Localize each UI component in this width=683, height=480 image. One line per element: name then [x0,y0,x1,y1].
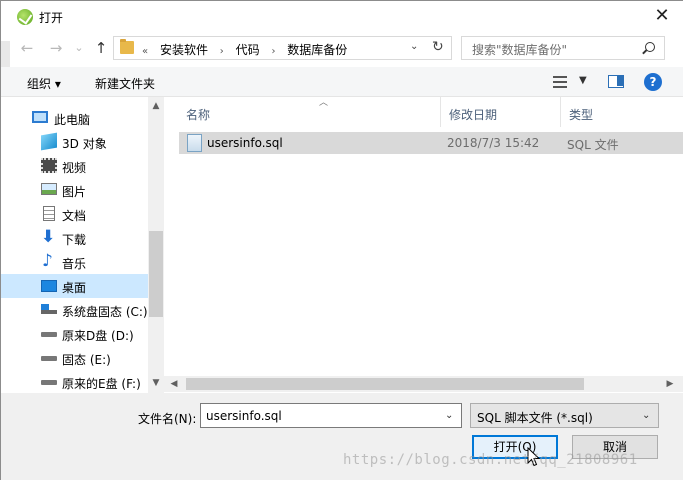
file-modified: 2018/7/3 15:42 [447,136,540,150]
sql-file-icon [187,134,202,152]
sidebar-item-label: 音乐 [62,257,87,271]
file-list-scrollbar[interactable]: ◀ ▶ [164,376,683,392]
breadcrumb: « 安装软件 › 代码 › 数据库备份 [142,41,355,58]
breadcrumb-separator-icon[interactable]: › [271,46,275,57]
app-logo-icon [17,9,33,25]
breadcrumb-separator-icon[interactable]: › [220,46,224,57]
view-options-icon[interactable] [553,76,567,88]
forward-button[interactable]: → [47,39,65,57]
filename-dropdown-icon[interactable]: ⌄ [445,410,453,421]
sidebar-item-label: 视频 [62,161,87,175]
view-dropdown-icon[interactable]: ▼ [579,75,587,86]
column-header-type[interactable]: 类型 [561,97,683,127]
sidebar-scrollbar[interactable]: ▲ ▼ [148,97,164,393]
new-folder-button[interactable]: 新建文件夹 [95,75,155,92]
column-header-label: 修改日期 [449,108,498,122]
drive-icon [41,380,57,385]
column-header-label: 名称 [186,108,211,122]
drive-icon [41,356,57,361]
file-list-scroll-thumb[interactable] [186,378,584,390]
recent-locations-button[interactable]: ⌄ [70,39,88,57]
document-icon [43,206,55,221]
sidebar-item-drive-f[interactable]: 原来的E盘 (F:) [1,370,148,393]
command-bar: 组织 ▾ 新建文件夹 ▼ ? [1,67,683,97]
cube-icon [41,132,57,151]
sidebar-item-label: 桌面 [62,281,87,295]
filetype-select[interactable]: SQL 脚本文件 (*.sql) ⌄ [470,403,659,428]
search-box[interactable]: 搜索"数据库备份" [461,36,665,60]
sidebar-item-label: 原来D盘 (D:) [62,329,134,343]
sort-ascending-icon: ︿ [319,98,329,108]
file-name: usersinfo.sql [207,136,283,150]
sidebar-item-label: 图片 [62,185,87,199]
breadcrumb-item[interactable]: 安装软件 [160,43,208,57]
sidebar-item-label: 3D 对象 [62,137,107,151]
filename-label: 文件名(N): [138,412,197,426]
sidebar-item-documents[interactable]: 文档 [1,202,148,226]
column-header-modified[interactable]: 修改日期 [441,97,561,127]
computer-icon [32,111,48,123]
table-row[interactable]: usersinfo.sql 2018/7/3 15:42 SQL 文件 [179,132,683,154]
scroll-left-icon[interactable]: ◀ [166,379,182,389]
open-file-dialog: 打开 ✕ ← → ⌄ ↑ « 安装软件 › 代码 › 数据库备份 ⌄ ↻ 搜索"… [0,0,683,480]
filetype-value: SQL 脚本文件 (*.sql) [477,411,593,425]
sidebar-item-label: 系统盘固态 (C:) [62,305,148,319]
address-dropdown-icon[interactable]: ⌄ [410,41,418,52]
sidebar-item-drive-d[interactable]: 原来D盘 (D:) [1,322,148,346]
refresh-icon[interactable]: ↻ [432,39,444,55]
sidebar-item-pictures[interactable]: 图片 [1,178,148,202]
window-title: 打开 [39,11,64,25]
close-button[interactable]: ✕ [651,5,673,27]
sidebar-item-music[interactable]: ♪ 音乐 [1,250,148,274]
navigation-pane: 此电脑 3D 对象 视频 图片 文档 ⬇ 下载 ♪ 音乐 桌面 系统盘固态 (C… [1,97,164,393]
sidebar-item-label: 原来的E盘 (F:) [62,377,141,391]
picture-icon [41,183,57,195]
sidebar-item-label: 文档 [62,209,87,223]
scroll-right-icon[interactable]: ▶ [662,379,678,389]
watermark-text: https://blog.csdn.net/qq_21808961 [343,452,638,468]
sidebar-item-desktop[interactable]: 桌面 [1,274,148,298]
breadcrumb-item[interactable]: 代码 [236,43,260,57]
file-type: SQL 文件 [567,138,619,152]
breadcrumb-item[interactable]: 数据库备份 [287,43,347,57]
back-button[interactable]: ← [18,39,36,57]
sidebar-scroll-thumb[interactable] [149,231,163,317]
drive-icon [41,332,57,337]
download-icon: ⬇ [41,227,56,247]
sidebar-item-drive-c[interactable]: 系统盘固态 (C:) [1,298,148,322]
desktop-icon [41,280,57,292]
folder-icon [120,39,134,54]
video-icon [41,158,57,173]
sidebar-item-videos[interactable]: 视频 [1,154,148,178]
help-icon[interactable]: ? [644,73,662,91]
filename-input[interactable]: usersinfo.sql ⌄ [200,403,462,428]
organize-button[interactable]: 组织 ▾ [27,75,61,92]
filename-value: usersinfo.sql [206,409,282,423]
sidebar-item-drive-e[interactable]: 固态 (E:) [1,346,148,370]
search-input[interactable]: 搜索"数据库备份" [472,41,567,58]
address-bar[interactable]: « 安装软件 › 代码 › 数据库备份 ⌄ ↻ [113,36,452,60]
sidebar-item-label: 固态 (E:) [62,353,111,367]
sidebar-item-3d-objects[interactable]: 3D 对象 [1,130,148,154]
preview-pane-icon[interactable] [608,75,624,88]
title-bar: 打开 ✕ [1,1,683,33]
system-drive-icon [41,304,57,314]
filetype-dropdown-icon[interactable]: ⌄ [642,410,650,421]
scroll-down-icon[interactable]: ▼ [148,378,164,388]
sidebar-item-label: 此电脑 [54,113,91,127]
scroll-up-icon[interactable]: ▲ [148,101,164,111]
file-list: ︿ 名称 修改日期 类型 usersinfo.sql 2018/7/3 15:4… [164,97,683,393]
breadcrumb-overflow[interactable]: « [142,46,148,57]
sidebar-item-label: 下载 [62,233,87,247]
up-folder-button[interactable]: ↑ [92,39,110,57]
column-header-name[interactable]: ︿ 名称 [178,97,441,127]
music-icon: ♪ [42,251,53,271]
column-header-label: 类型 [569,108,594,122]
search-icon[interactable] [645,42,655,52]
sidebar-item-downloads[interactable]: ⬇ 下载 [1,226,148,250]
sidebar-item-this-pc[interactable]: 此电脑 [1,106,148,130]
